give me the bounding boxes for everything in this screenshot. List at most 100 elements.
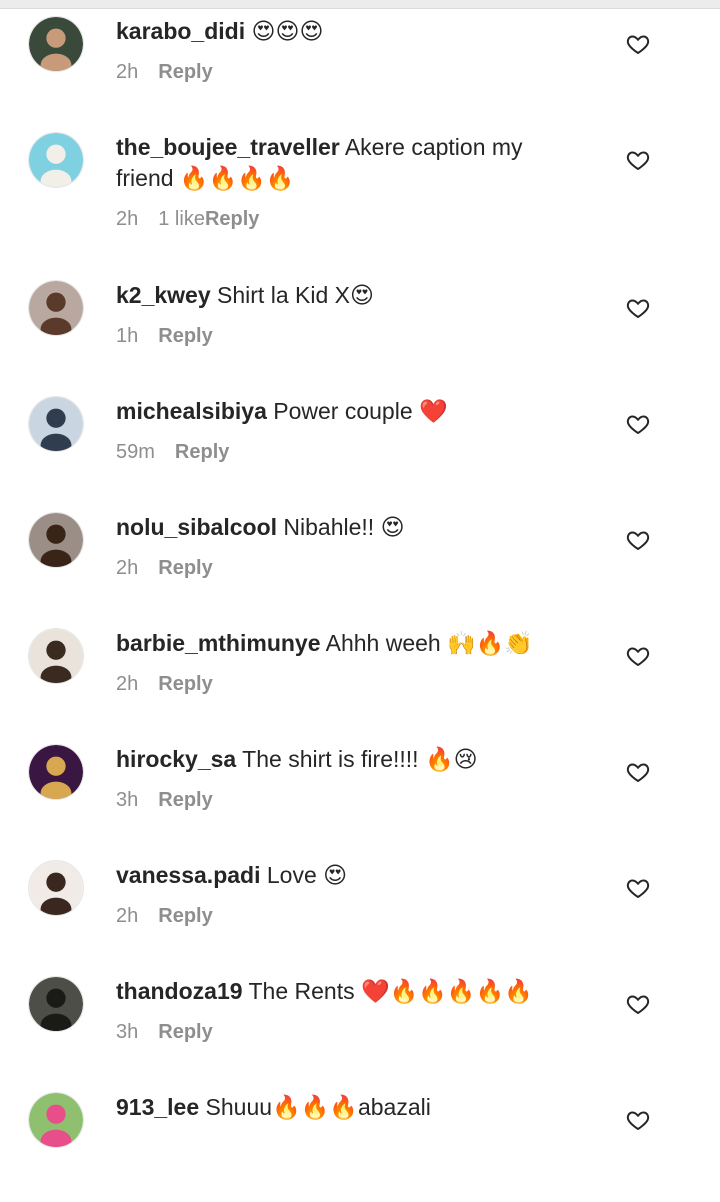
comment-body: k2_kwey Shirt la Kid X😍 1h Reply — [116, 280, 586, 349]
comment-body: michealsibiya Power couple ❤️ 59m Reply — [116, 396, 586, 465]
reply-button[interactable]: Reply — [158, 61, 212, 83]
comment-meta: 59m Reply — [116, 439, 586, 465]
like-heart-icon[interactable] — [626, 32, 650, 56]
avatar-head — [46, 756, 66, 776]
comment-text: Nibahle!! 😍 — [277, 514, 405, 540]
comment-meta: 3h Reply — [116, 787, 586, 813]
avatar[interactable] — [28, 132, 84, 188]
timestamp: 2h — [116, 673, 139, 695]
username-link[interactable]: barbie_mthimunye — [116, 630, 321, 656]
avatar-head — [46, 408, 66, 428]
comment-content: barbie_mthimunye Ahhh weeh 🙌🔥👏 — [116, 628, 586, 659]
comment-content: thandoza19 The Rents ❤️🔥🔥🔥🔥🔥 — [116, 976, 586, 1007]
avatar-head — [46, 144, 66, 164]
comment-content: k2_kwey Shirt la Kid X😍 — [116, 280, 586, 311]
comment-text: Power couple ❤️ — [266, 398, 448, 424]
comment-content: hirocky_sa The shirt is fire!!!! 🔥😢 — [116, 744, 586, 775]
comment-meta: 2h Reply — [116, 59, 586, 85]
top-divider — [0, 0, 720, 9]
like-heart-icon[interactable] — [626, 644, 650, 668]
comment-meta: 2h Reply — [116, 555, 586, 581]
comment-content: michealsibiya Power couple ❤️ — [116, 396, 586, 427]
timestamp: 2h — [116, 557, 139, 579]
timestamp: 3h — [116, 1021, 139, 1043]
comment-text: Shuuu🔥🔥🔥abazali — [199, 1094, 431, 1120]
reply-button[interactable]: Reply — [158, 325, 212, 347]
avatar[interactable] — [28, 628, 84, 684]
avatar[interactable] — [28, 744, 84, 800]
username-link[interactable]: karabo_didi — [116, 18, 245, 44]
avatar-head — [46, 1104, 66, 1124]
comment-item: the_boujee_traveller Akere caption my fr… — [0, 132, 720, 242]
username-link[interactable]: k2_kwey — [116, 282, 211, 308]
avatar-head — [46, 524, 66, 544]
comment-meta: 3h Reply — [116, 1019, 586, 1045]
like-heart-icon[interactable] — [626, 148, 650, 172]
username-link[interactable]: thandoza19 — [116, 978, 243, 1004]
comment-body: 913_lee Shuuu🔥🔥🔥abazali — [116, 1092, 586, 1123]
reply-button[interactable]: Reply — [158, 789, 212, 811]
avatar-head — [46, 988, 66, 1008]
reply-button[interactable]: Reply — [175, 441, 229, 463]
comment-content: vanessa.padi Love 😍 — [116, 860, 586, 891]
username-link[interactable]: michealsibiya — [116, 398, 267, 424]
comment-meta: 2h 1 likeReply — [116, 206, 586, 232]
timestamp: 3h — [116, 789, 139, 811]
avatar[interactable] — [28, 512, 84, 568]
reply-button[interactable]: Reply — [158, 1021, 212, 1043]
like-heart-icon[interactable] — [626, 992, 650, 1016]
like-heart-icon[interactable] — [626, 1108, 650, 1132]
comment-item: michealsibiya Power couple ❤️ 59m Reply — [0, 396, 720, 506]
comment-text: Love 😍 — [260, 862, 348, 888]
comment-content: karabo_didi 😍😍😍 — [116, 16, 586, 47]
avatar[interactable] — [28, 16, 84, 72]
comment-content: the_boujee_traveller Akere caption my fr… — [116, 132, 586, 194]
timestamp: 1h — [116, 325, 139, 347]
timestamp: 2h — [116, 61, 139, 83]
comment-text: Ahhh weeh 🙌🔥👏 — [320, 630, 534, 656]
username-link[interactable]: nolu_sibalcool — [116, 514, 277, 540]
comment-body: karabo_didi 😍😍😍 2h Reply — [116, 16, 586, 85]
reply-button[interactable]: Reply — [158, 557, 212, 579]
username-link[interactable]: 913_lee — [116, 1094, 199, 1120]
avatar[interactable] — [28, 976, 84, 1032]
comment-text: The shirt is fire!!!! 🔥😢 — [236, 746, 478, 772]
avatar-head — [46, 872, 66, 892]
comment-meta: 2h Reply — [116, 671, 586, 697]
avatar-head — [46, 292, 66, 312]
like-heart-icon[interactable] — [626, 528, 650, 552]
avatar[interactable] — [28, 860, 84, 916]
reply-button[interactable]: Reply — [158, 673, 212, 695]
like-heart-icon[interactable] — [626, 876, 650, 900]
comment-item: k2_kwey Shirt la Kid X😍 1h Reply — [0, 280, 720, 390]
username-link[interactable]: hirocky_sa — [116, 746, 236, 772]
comment-item: karabo_didi 😍😍😍 2h Reply — [0, 16, 720, 126]
likes-count[interactable]: 1 like — [158, 206, 205, 232]
reply-button[interactable]: Reply — [205, 208, 259, 230]
comment-item: 913_lee Shuuu🔥🔥🔥abazali — [0, 1092, 720, 1202]
like-heart-icon[interactable] — [626, 760, 650, 784]
avatar-head — [46, 28, 66, 48]
comment-body: thandoza19 The Rents ❤️🔥🔥🔥🔥🔥 3h Reply — [116, 976, 586, 1045]
comment-text: Shirt la Kid X😍 — [210, 282, 374, 308]
username-link[interactable]: the_boujee_traveller — [116, 134, 340, 160]
comment-body: hirocky_sa The shirt is fire!!!! 🔥😢 3h Re… — [116, 744, 586, 813]
avatar[interactable] — [28, 396, 84, 452]
reply-button[interactable]: Reply — [158, 905, 212, 927]
like-heart-icon[interactable] — [626, 412, 650, 436]
username-link[interactable]: vanessa.padi — [116, 862, 260, 888]
avatar-head — [46, 640, 66, 660]
comment-content: 913_lee Shuuu🔥🔥🔥abazali — [116, 1092, 586, 1123]
comment-content: nolu_sibalcool Nibahle!! 😍 — [116, 512, 586, 543]
comment-item: hirocky_sa The shirt is fire!!!! 🔥😢 3h Re… — [0, 744, 720, 854]
comment-text: 😍😍😍 — [245, 18, 324, 44]
comment-body: the_boujee_traveller Akere caption my fr… — [116, 132, 586, 232]
comment-item: barbie_mthimunye Ahhh weeh 🙌🔥👏 2h Reply — [0, 628, 720, 738]
comment-text: The Rents ❤️🔥🔥🔥🔥🔥 — [242, 978, 533, 1004]
comment-body: vanessa.padi Love 😍 2h Reply — [116, 860, 586, 929]
comment-item: nolu_sibalcool Nibahle!! 😍 2h Reply — [0, 512, 720, 622]
avatar[interactable] — [28, 280, 84, 336]
timestamp: 59m — [116, 441, 155, 463]
like-heart-icon[interactable] — [626, 296, 650, 320]
timestamp: 2h — [116, 208, 139, 230]
